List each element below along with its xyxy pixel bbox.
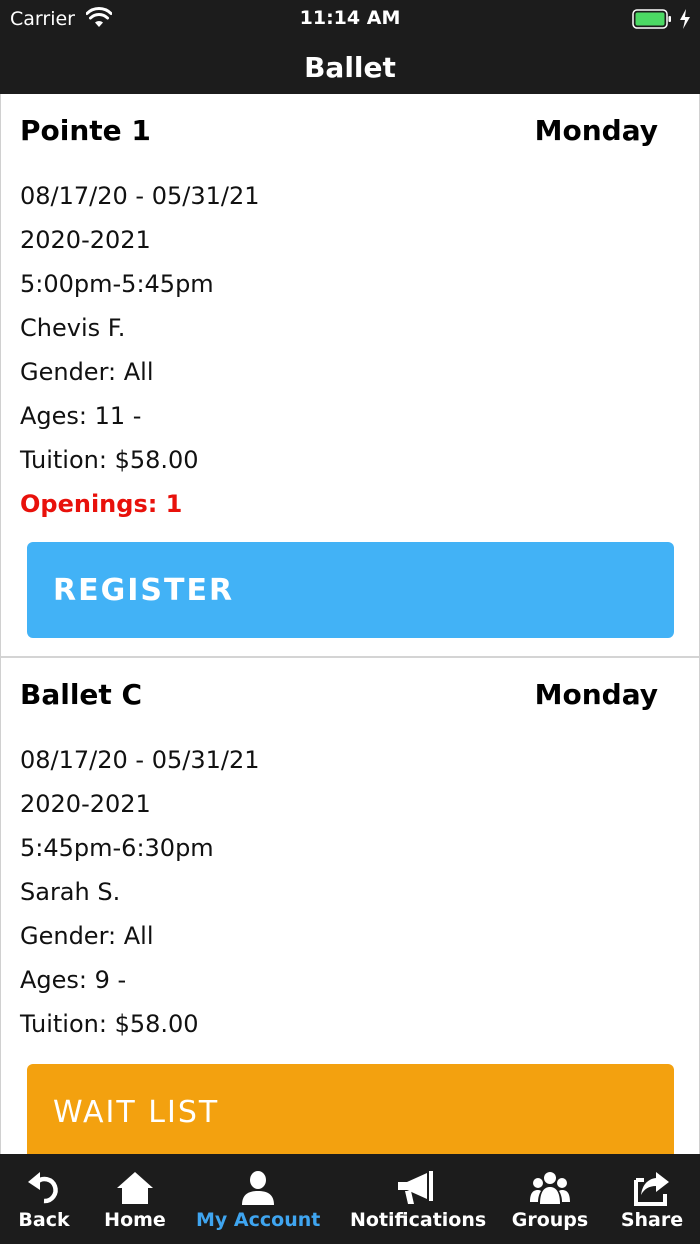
class-list[interactable]: Pointe 1 Monday 08/17/20 - 05/31/21 2020… [0,94,700,1154]
class-ages: Ages: 9 - [20,966,127,994]
class-openings: Openings: 1 [20,490,183,518]
megaphone-icon [398,1171,433,1204]
tab-groups[interactable]: Groups [504,1154,596,1244]
class-name: Ballet C [20,678,143,711]
class-gender: Gender: All [20,922,154,950]
class-dates: 08/17/20 - 05/31/21 [20,182,260,210]
register-button[interactable]: REGISTER [27,542,674,638]
class-time: 5:45pm-6:30pm [20,834,214,862]
class-tuition: Tuition: $58.00 [20,1010,199,1038]
class-dates: 08/17/20 - 05/31/21 [20,746,260,774]
tab-home[interactable]: Home [92,1154,178,1244]
navigation-bar: Ballet [0,40,700,94]
class-gender: Gender: All [20,358,154,386]
tab-back[interactable]: Back [0,1154,88,1244]
class-season: 2020-2021 [20,226,151,254]
tab-notifications[interactable]: Notifications [350,1154,487,1244]
page-title: Ballet [304,51,396,84]
class-card: Pointe 1 Monday 08/17/20 - 05/31/21 2020… [1,94,699,658]
groups-icon [530,1172,570,1204]
clock: 11:14 AM [299,7,401,29]
share-icon [634,1172,669,1206]
tab-label: Groups [511,1209,589,1231]
back-icon [28,1172,58,1204]
class-day: Monday [534,114,658,147]
tab-label: My Account [196,1209,321,1231]
class-instructor: Sarah S. [20,878,121,906]
tab-my-account[interactable]: My Account [196,1154,320,1244]
class-ages: Ages: 11 - [20,402,142,430]
class-card: Ballet C Monday 08/17/20 - 05/31/21 2020… [1,658,699,1154]
class-day: Monday [534,678,658,711]
class-time: 5:00pm-5:45pm [20,270,214,298]
tab-share[interactable]: Share [612,1154,692,1244]
battery-icon [632,9,671,29]
class-season: 2020-2021 [20,790,151,818]
user-icon [242,1171,274,1205]
home-icon [117,1172,153,1204]
tab-label: Share [620,1209,684,1231]
status-bar: Carrier 11:14 AM [0,0,700,40]
tab-bar: Back Home My Account Notifications Group… [0,1154,700,1244]
tab-label: Back [18,1209,70,1231]
tab-label: Home [104,1209,166,1231]
class-instructor: Chevis F. [20,314,126,342]
class-tuition: Tuition: $58.00 [20,446,199,474]
wait-list-button[interactable]: WAIT LIST [27,1064,674,1154]
class-name: Pointe 1 [20,114,151,147]
tab-label: Notifications [350,1209,487,1231]
charging-bolt-icon [680,9,690,29]
